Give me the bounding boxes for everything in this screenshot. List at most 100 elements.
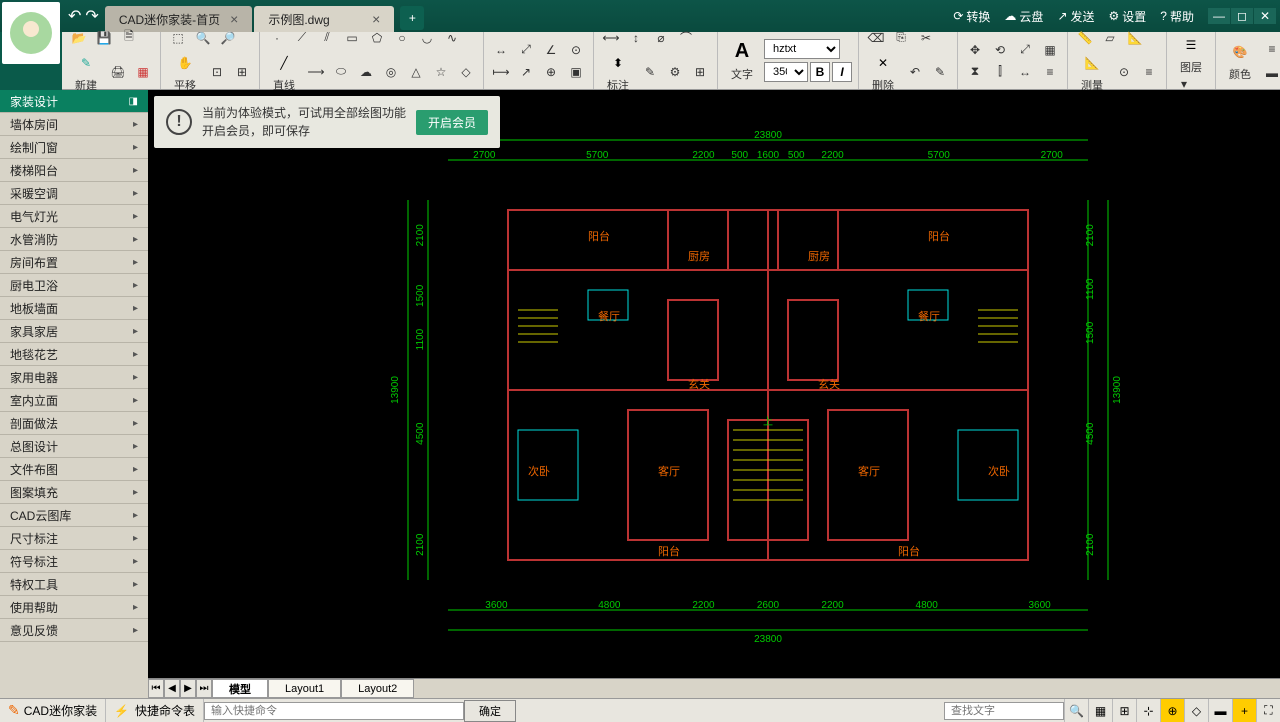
polar-icon[interactable]: ⊕ <box>1160 699 1184 722</box>
layout-first-icon[interactable]: ⏮ <box>148 679 164 698</box>
offset-icon[interactable]: ⫿ <box>989 61 1011 83</box>
arc-icon[interactable]: ◡ <box>416 27 438 49</box>
layout-next-icon[interactable]: ▶ <box>180 679 196 698</box>
snap-icon[interactable]: ⊞ <box>1112 699 1136 722</box>
sidebar-item-6[interactable]: 水管消防▸ <box>0 228 148 251</box>
label-icon[interactable]: ▣ <box>565 61 587 83</box>
sidebar-item-2[interactable]: 绘制门窗▸ <box>0 136 148 159</box>
ray-icon[interactable]: ⟶ <box>305 61 327 83</box>
sidebar-item-9[interactable]: 地板墙面▸ <box>0 297 148 320</box>
layout-tab-2[interactable]: Layout2 <box>341 679 414 698</box>
italic-button[interactable]: I <box>832 62 852 82</box>
multiline-icon[interactable]: ⫽ <box>316 27 338 49</box>
export-pdf-icon[interactable]: ▦ <box>132 61 154 83</box>
ellipse-icon[interactable]: ⬭ <box>330 61 352 83</box>
trim-icon[interactable]: ✂ <box>915 27 937 49</box>
zoom-out-icon[interactable]: 🔎 <box>217 27 239 49</box>
sidebar-item-22[interactable]: 使用帮助▸ <box>0 596 148 619</box>
polyline-icon[interactable]: ⟋ <box>291 27 313 49</box>
polygon-icon[interactable]: ⬠ <box>366 27 388 49</box>
donut-icon[interactable]: ◎ <box>380 61 402 83</box>
command-input[interactable] <box>204 702 464 720</box>
linetype-icon[interactable]: ≡ <box>1261 38 1280 60</box>
zoom-in-icon[interactable]: 🔍 <box>192 27 214 49</box>
spline-icon[interactable]: ∿ <box>441 27 463 49</box>
redo-icon[interactable]: ↷ <box>85 6 98 26</box>
dim-continue-icon[interactable]: ⟼ <box>490 61 512 83</box>
user-avatar[interactable] <box>2 2 60 64</box>
pan-button[interactable]: ✋ 平移 <box>167 49 203 95</box>
search-icon[interactable]: 🔍 <box>1064 699 1088 722</box>
dim-edit-icon[interactable]: ✎ <box>639 61 661 83</box>
undo-icon[interactable]: ↶ <box>68 6 81 26</box>
undo-tool-icon[interactable]: ↶ <box>904 61 926 83</box>
sidebar-item-16[interactable]: 文件布图▸ <box>0 458 148 481</box>
sidebar-item-19[interactable]: 尺寸标注▸ <box>0 527 148 550</box>
sidebar-item-4[interactable]: 采暖空调▸ <box>0 182 148 205</box>
close-button[interactable]: ✕ <box>1254 8 1276 24</box>
grid-icon[interactable]: ▦ <box>1088 699 1112 722</box>
send-link[interactable]: ↗发送 <box>1057 8 1094 25</box>
point-icon[interactable]: · <box>266 27 288 49</box>
copy-icon[interactable]: ⎘ <box>890 27 912 49</box>
enable-vip-button[interactable]: 开启会员 <box>416 110 488 135</box>
font-name-select[interactable]: hztxt <box>764 39 840 59</box>
lineweight-icon[interactable]: ▬ <box>1261 62 1280 84</box>
sidebar-item-3[interactable]: 楼梯阳台▸ <box>0 159 148 182</box>
sidebar-item-12[interactable]: 家用电器▸ <box>0 366 148 389</box>
circle-icon[interactable]: ○ <box>391 27 413 49</box>
cloud-link[interactable]: ☁云盘 <box>1004 8 1043 25</box>
font-size-select[interactable]: 350 <box>764 62 808 82</box>
sidebar-item-15[interactable]: 总图设计▸ <box>0 435 148 458</box>
dim-settings-icon[interactable]: ⊞ <box>689 61 711 83</box>
help-link[interactable]: ?帮助 <box>1160 8 1194 25</box>
dim-diameter-icon[interactable]: ⌀ <box>650 27 672 49</box>
sidebar-item-7[interactable]: 房间布置▸ <box>0 251 148 274</box>
text-button[interactable]: A 文字 <box>724 38 760 84</box>
dim-radius-icon[interactable]: ⊙ <box>565 39 587 61</box>
saveas-icon[interactable]: 🗎 <box>118 27 140 49</box>
sidebar-item-1[interactable]: 墙体房间▸ <box>0 113 148 136</box>
print-icon[interactable]: 🖨 <box>107 61 129 83</box>
color-button[interactable]: 🎨 颜色 <box>1222 38 1258 84</box>
maximize-button[interactable]: ◻ <box>1231 8 1253 24</box>
brush-icon[interactable]: ✎ <box>929 61 951 83</box>
zoom-extents-icon[interactable]: ⊡ <box>206 61 228 83</box>
convert-link[interactable]: ⟳转换 <box>953 8 990 25</box>
sidebar-item-21[interactable]: 特权工具▸ <box>0 573 148 596</box>
sidebar-item-0[interactable]: 家装设计◨ <box>0 90 148 113</box>
minimize-button[interactable]: — <box>1208 8 1230 24</box>
align-icon[interactable]: ≡ <box>1039 61 1061 83</box>
sidebar-item-10[interactable]: 家具家居▸ <box>0 320 148 343</box>
zoom-window-icon[interactable]: ⊞ <box>231 61 253 83</box>
revision-cloud-icon[interactable]: ☁ <box>355 61 377 83</box>
shape-icon[interactable]: ◇ <box>455 61 477 83</box>
lweight-icon[interactable]: ▬ <box>1208 699 1232 722</box>
leader-icon[interactable]: ↗ <box>515 61 537 83</box>
layer-dropdown-icon[interactable]: ▾ <box>1173 77 1195 91</box>
dim-horizontal-icon[interactable]: ⟷ <box>600 27 622 49</box>
rotate-icon[interactable]: ⟲ <box>989 39 1011 61</box>
mirror-icon[interactable]: ⧗ <box>964 61 986 83</box>
search-input[interactable] <box>944 702 1064 720</box>
eraser-icon[interactable]: ⌫ <box>865 27 887 49</box>
dim-vertical-icon[interactable]: ↕ <box>625 27 647 49</box>
measure-button[interactable]: 📐 测量 <box>1074 49 1110 95</box>
close-icon[interactable]: × <box>230 11 238 27</box>
dim-linear-icon[interactable]: ↔ <box>490 39 512 61</box>
shortcut-table-button[interactable]: 快捷命令表 <box>135 702 195 719</box>
angle-icon[interactable]: 📐 <box>1124 27 1146 49</box>
osnap-icon[interactable]: ◇ <box>1184 699 1208 722</box>
annotate-button[interactable]: ⬍ 标注 <box>600 49 636 95</box>
rectangle-icon[interactable]: ▭ <box>341 27 363 49</box>
layout-last-icon[interactable]: ⏭ <box>196 679 212 698</box>
distance-icon[interactable]: 📏 <box>1074 27 1096 49</box>
close-icon[interactable]: × <box>372 11 380 27</box>
line-button[interactable]: ╱ 直线 <box>266 49 302 95</box>
ortho-icon[interactable]: ⊹ <box>1136 699 1160 722</box>
sidebar-item-11[interactable]: 地毯花艺▸ <box>0 343 148 366</box>
area-icon[interactable]: ▱ <box>1099 27 1121 49</box>
confirm-button[interactable]: 确定 <box>464 700 516 722</box>
dim-angular-icon[interactable]: ∠ <box>540 39 562 61</box>
move-icon[interactable]: ✥ <box>964 39 986 61</box>
